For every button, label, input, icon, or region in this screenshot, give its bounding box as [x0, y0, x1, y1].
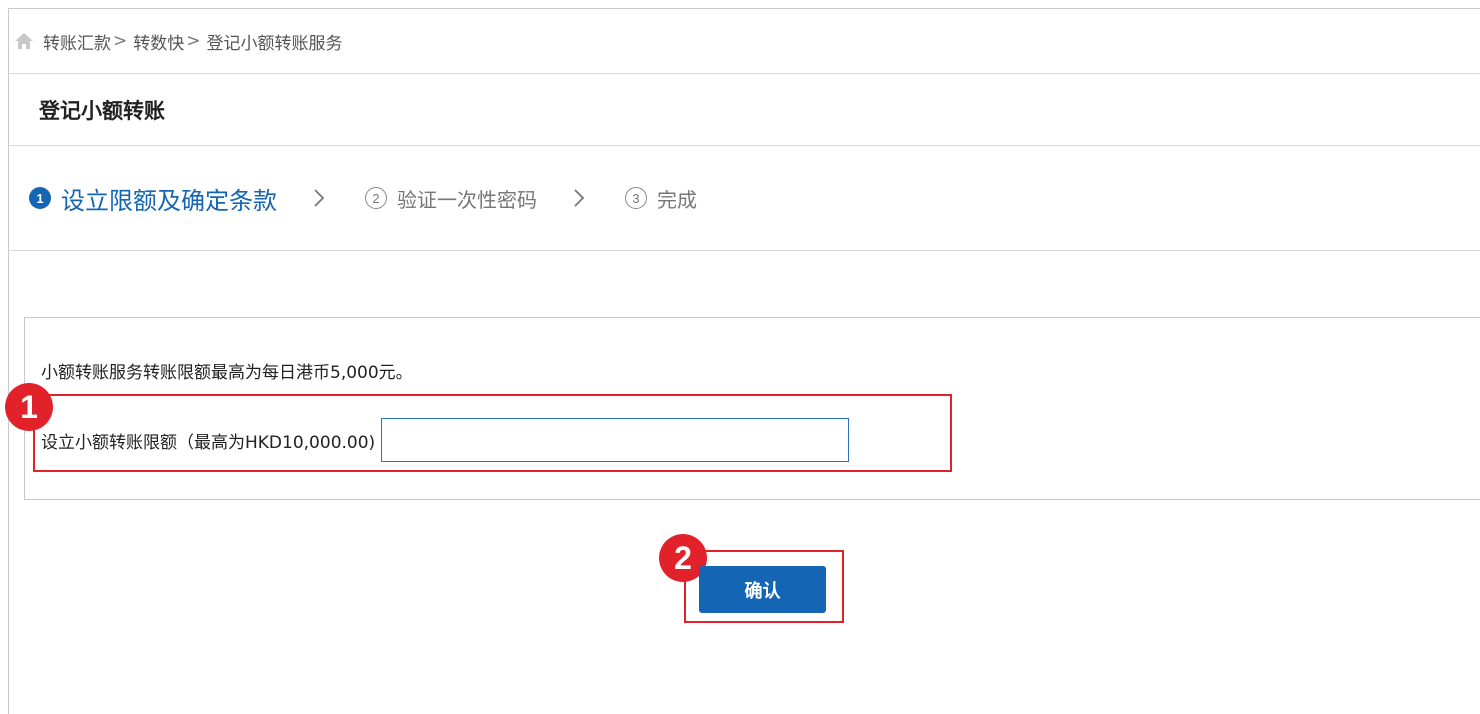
step-1: 1 设立限额及确定条款 — [29, 181, 277, 216]
chevron-right-icon — [313, 188, 325, 208]
limit-label: 设立小额转账限额（最高为HKD10,000.00) — [41, 432, 376, 453]
page-title-bar: 登记小额转账 — [9, 74, 1480, 146]
breadcrumb-separator: > — [186, 31, 201, 51]
step-2: 2 验证一次性密码 — [365, 184, 537, 213]
limit-notice: 小额转账服务转账限额最高为每日港币5,000元。 — [41, 363, 413, 383]
limit-form: 小额转账服务转账限额最高为每日港币5,000元。 设立小额转账限额（最高为HKD… — [24, 317, 1480, 500]
step-label: 验证一次性密码 — [397, 187, 537, 212]
breadcrumb: 转账汇款 > 转数快 > 登记小额转账服务 — [9, 9, 1480, 74]
step-number: 1 — [29, 187, 51, 209]
breadcrumb-item-current: 登记小额转账服务 — [206, 33, 343, 54]
page-title: 登记小额转账 — [39, 98, 165, 123]
breadcrumb-item-transfer[interactable]: 转账汇款 — [43, 29, 111, 54]
step-number: 3 — [625, 187, 647, 209]
step-indicator: 1 设立限额及确定条款 2 验证一次性密码 3 完成 — [9, 146, 1480, 251]
home-icon[interactable] — [13, 31, 35, 51]
step-marker-1: 1 — [5, 383, 53, 431]
page-frame: 转账汇款 > 转数快 > 登记小额转账服务 登记小额转账 1 设立限额及确定条款… — [5, 8, 1480, 714]
step-label: 完成 — [657, 187, 697, 212]
breadcrumb-item-fps[interactable]: 转数快 — [133, 29, 184, 54]
step-number: 2 — [365, 187, 387, 209]
step-3: 3 完成 — [625, 184, 697, 213]
step-label: 设立限额及确定条款 — [61, 186, 277, 215]
confirm-button[interactable]: 确认 — [699, 566, 826, 613]
chevron-right-icon — [573, 188, 585, 208]
limit-row: 设立小额转账限额（最高为HKD10,000.00) — [41, 418, 850, 462]
limit-amount-input[interactable] — [381, 418, 850, 462]
breadcrumb-separator: > — [113, 31, 128, 51]
